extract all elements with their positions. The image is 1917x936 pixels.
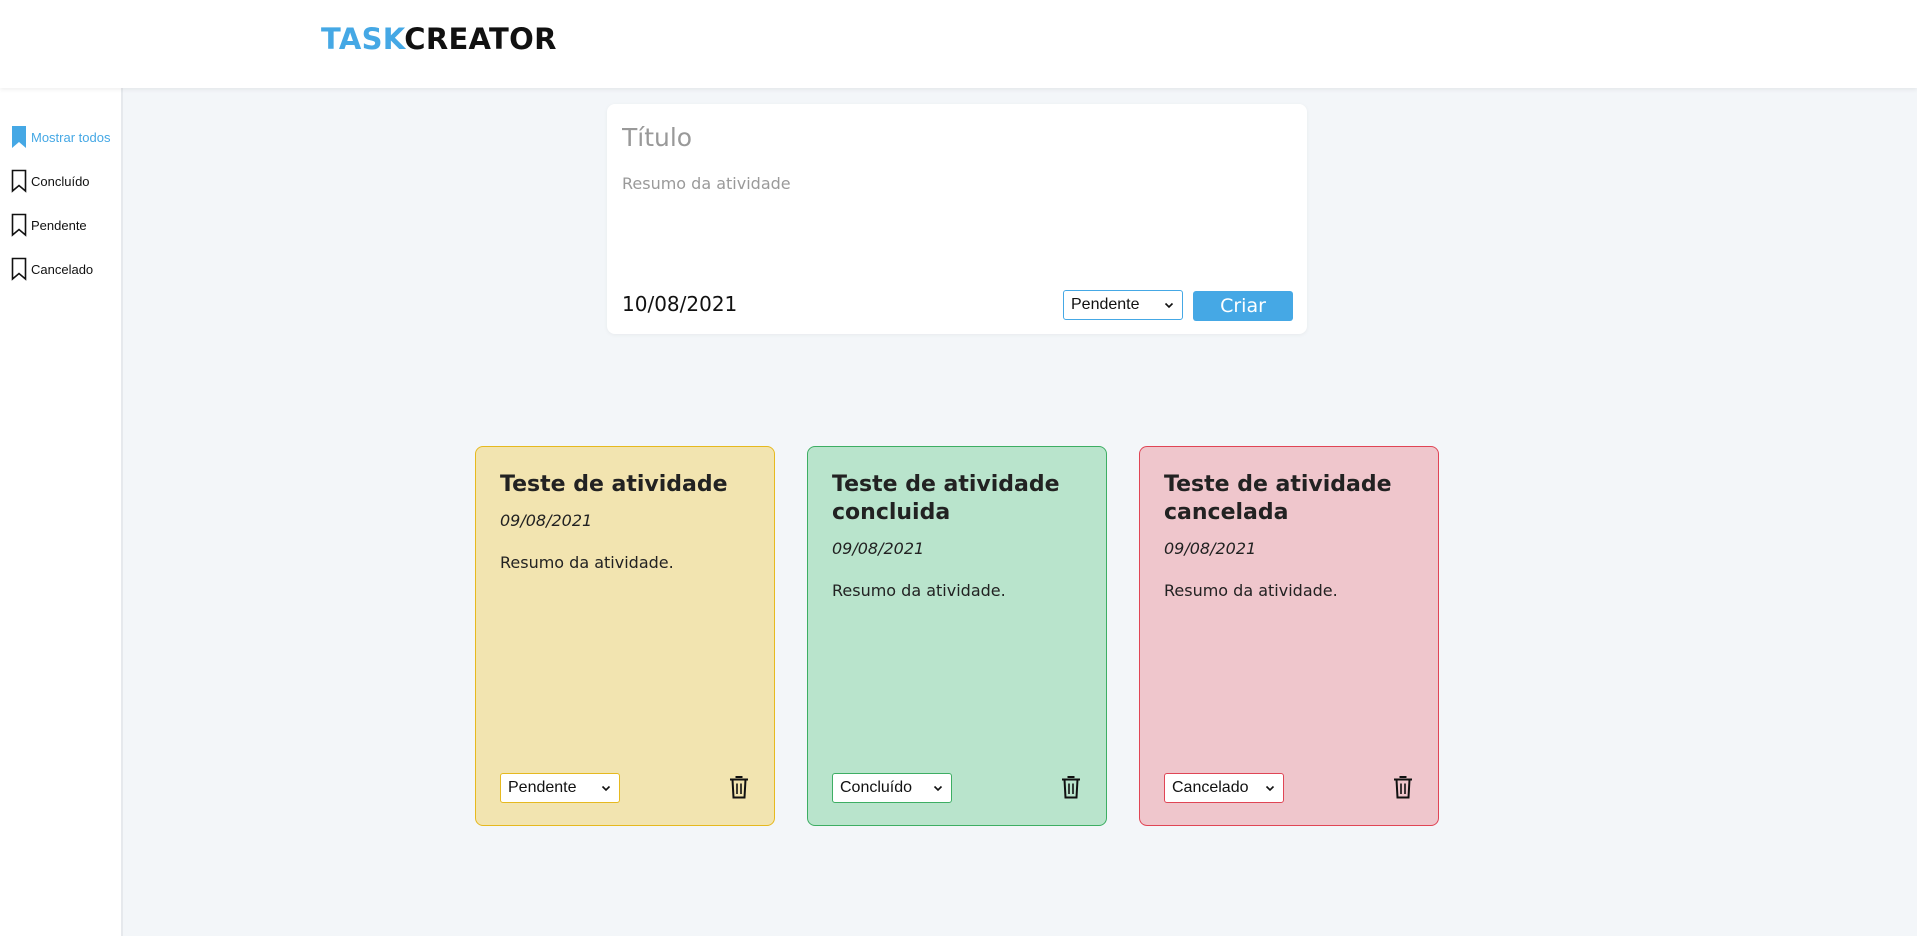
card-status-select[interactable]: Concluído [832,773,952,803]
card-title: Teste de atividade concluida [832,472,1060,525]
chevron-down-icon [933,785,943,792]
bookmark-outline-icon [11,213,27,237]
chevron-down-icon [601,785,611,792]
create-task-form: 10/08/2021 Pendente Criar [607,104,1307,334]
chevron-down-icon [1265,785,1275,792]
task-card-cancelled: Teste de atividade cancelada 09/08/2021 … [1139,446,1439,826]
card-date: 09/08/2021 [500,511,593,530]
title-input[interactable] [622,118,1282,156]
logo-creator-text: CREATOR [404,22,557,56]
card-status-value: Concluído [840,779,913,796]
summary-input[interactable] [622,174,1282,264]
trash-icon[interactable] [728,774,750,800]
app-logo[interactable]: TASKCREATOR [321,22,557,56]
create-button[interactable]: Criar [1193,291,1293,321]
card-title: Teste de atividade cancelada [1164,472,1392,525]
bookmark-outline-icon [11,257,27,281]
sidebar-item-label: Cancelado [31,261,94,277]
chevron-down-icon [1164,302,1174,309]
sidebar-item-label: Mostrar todos [31,129,111,145]
sidebar-item-concluido[interactable]: Concluído [10,168,90,194]
trash-icon[interactable] [1392,774,1414,800]
card-summary: Resumo da atividade. [832,581,1006,600]
sidebar: Mostrar todos Concluído Pendente Cancela… [0,88,123,936]
status-select[interactable]: Pendente [1063,290,1183,320]
card-status-select[interactable]: Pendente [500,773,620,803]
sidebar-item-cancelado[interactable]: Cancelado [10,256,93,282]
status-select-value: Pendente [1071,296,1140,313]
logo-task-text: TASK [321,22,405,56]
card-summary: Resumo da atividade. [500,553,674,572]
sidebar-item-label: Concluído [31,173,90,189]
card-status-value: Cancelado [1172,779,1249,796]
card-title: Teste de atividade [500,472,728,497]
task-card-done: Teste de atividade concluida 09/08/2021 … [807,446,1107,826]
card-date: 09/08/2021 [1164,539,1257,558]
card-date: 09/08/2021 [832,539,925,558]
trash-icon[interactable] [1060,774,1082,800]
sidebar-item-show-all[interactable]: Mostrar todos [10,124,110,150]
sidebar-item-pendente[interactable]: Pendente [10,212,87,238]
sidebar-item-label: Pendente [31,217,87,233]
card-summary: Resumo da atividade. [1164,581,1338,600]
top-header: TASKCREATOR [0,0,1917,88]
date-field[interactable]: 10/08/2021 [622,292,737,316]
card-status-select[interactable]: Cancelado [1164,773,1284,803]
card-status-value: Pendente [508,779,577,796]
bookmark-outline-icon [11,169,27,193]
task-card-pending: Teste de atividade 09/08/2021 Resumo da … [475,446,775,826]
bookmark-filled-icon [12,126,26,148]
